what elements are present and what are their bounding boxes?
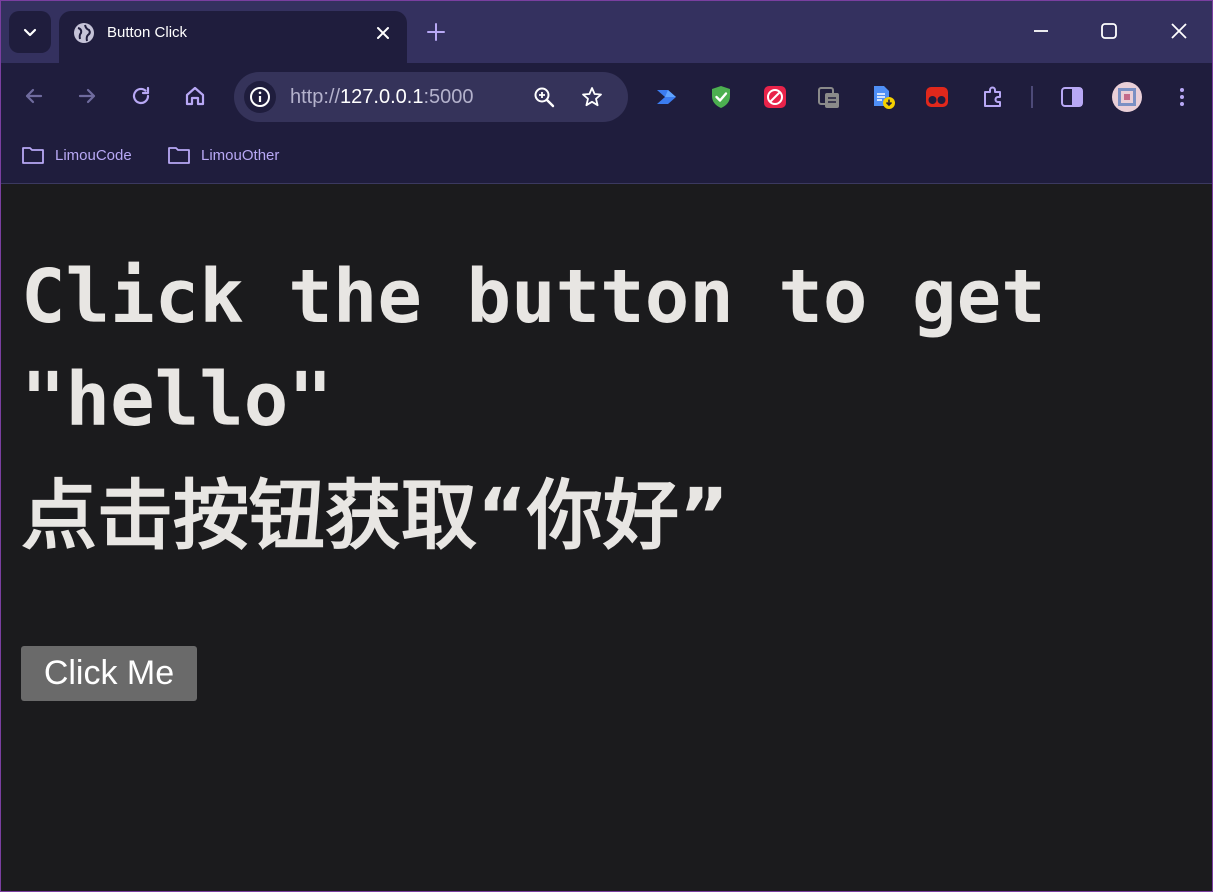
bookmarks-bar: LimouCode LimouOther <box>1 131 1212 184</box>
minimize-icon[interactable] <box>1029 19 1053 43</box>
page-content: Click the button to get "hello" 点击按钮获取“你… <box>1 184 1212 891</box>
browser-window: Button Click http://127.0.0.1:5000 Limou… <box>0 0 1213 892</box>
power-automate-icon[interactable] <box>654 84 680 110</box>
back-icon[interactable] <box>21 83 47 109</box>
bookmark-limoucode[interactable]: LimouCode <box>21 143 132 167</box>
tab-strip: Button Click <box>1 1 1212 63</box>
forward-icon[interactable] <box>74 83 100 109</box>
maximize-icon[interactable] <box>1097 19 1121 43</box>
browser-toolbar: http://127.0.0.1:5000 <box>1 63 1212 131</box>
reload-icon[interactable] <box>128 83 154 109</box>
globe-icon <box>74 23 94 43</box>
tampermonkey-icon[interactable] <box>924 84 950 110</box>
close-icon[interactable] <box>373 23 393 43</box>
info-icon <box>250 87 270 107</box>
url-port: :5000 <box>423 86 474 108</box>
tab-search-button[interactable] <box>9 11 51 53</box>
star-icon[interactable] <box>580 85 604 109</box>
chevron-down-icon <box>23 28 37 37</box>
tab-title: Button Click <box>107 24 188 41</box>
kebab-menu-icon[interactable] <box>1169 84 1195 110</box>
bookmark-label: LimouCode <box>55 146 132 164</box>
new-tab-icon[interactable] <box>425 21 447 43</box>
heading-chinese: 点击按钮获取“你好” <box>21 471 729 560</box>
side-panel-icon[interactable] <box>1059 84 1085 110</box>
folder-icon <box>168 147 190 164</box>
heading-english: Click the button to get "hello" <box>21 254 1046 443</box>
shield-icon[interactable] <box>708 84 734 110</box>
url-scheme: http:// <box>290 86 341 108</box>
document-download-icon[interactable] <box>870 84 896 110</box>
address-bar[interactable]: http://127.0.0.1:5000 <box>234 72 628 122</box>
toolbar-divider <box>1031 86 1033 108</box>
url-host: 127.0.0.1 <box>340 86 424 108</box>
bookmark-label: LimouOther <box>201 146 280 164</box>
url-text: http://127.0.0.1:5000 <box>290 86 474 109</box>
close-window-icon[interactable] <box>1167 19 1191 43</box>
extensions-icon[interactable] <box>980 84 1006 110</box>
profile-avatar[interactable] <box>1112 82 1142 112</box>
zoom-icon[interactable] <box>532 85 556 109</box>
avatar-image <box>1118 88 1136 106</box>
tab-active[interactable]: Button Click <box>59 11 407 63</box>
adblock-icon[interactable] <box>762 84 788 110</box>
click-me-button[interactable]: Click Me <box>21 646 197 701</box>
home-icon[interactable] <box>182 83 208 109</box>
folder-icon <box>22 147 44 164</box>
copy-pages-icon[interactable] <box>816 84 842 110</box>
site-info-button[interactable] <box>244 81 276 113</box>
bookmark-limouother[interactable]: LimouOther <box>167 143 279 167</box>
